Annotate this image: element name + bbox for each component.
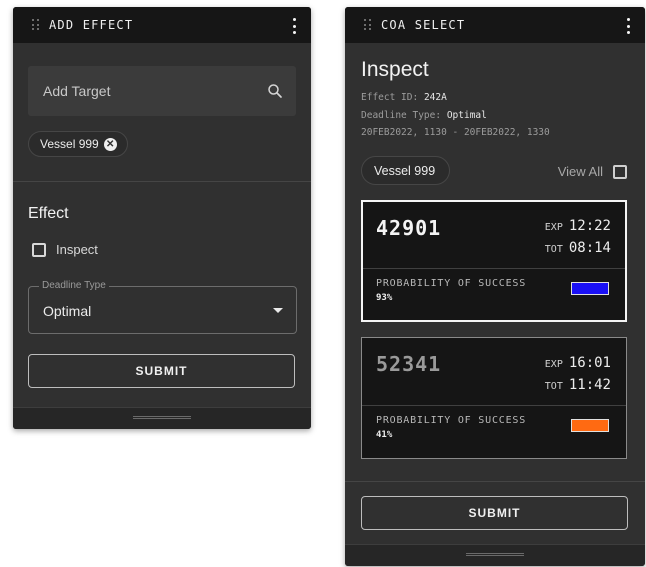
coa-id: 42901 <box>376 216 442 240</box>
probability-label: PROBABILITY OF SUCCESS <box>376 415 527 426</box>
resize-handle-icon[interactable] <box>466 553 524 556</box>
deadline-type-value: Optimal <box>43 303 92 319</box>
effect-id-line: Effect ID: 242A <box>361 92 447 103</box>
target-chip[interactable]: Vessel 999 ✕ <box>28 131 128 157</box>
effect-id-value: 242A <box>423 92 447 103</box>
submit-button[interactable]: SUBMIT <box>28 354 295 388</box>
tot-value: 08:14 <box>568 240 611 256</box>
deadline-type-select[interactable]: Deadline Type Optimal <box>28 280 297 334</box>
probability-value: 93% <box>376 293 393 303</box>
more-options-icon[interactable] <box>293 18 297 34</box>
card-divider <box>362 405 626 406</box>
tot-label: TOT <box>544 381 563 392</box>
coa-card[interactable]: 42901 EXP 12:22 TOT 08:14 PROBABILITY OF… <box>361 200 627 322</box>
inspect-checkbox-row[interactable]: Inspect <box>32 242 98 257</box>
view-all-label: View All <box>557 164 603 179</box>
view-all-checkbox[interactable] <box>613 164 627 179</box>
search-icon[interactable] <box>266 82 284 100</box>
deadline-type-line: Deadline Type: Optimal <box>361 110 487 121</box>
panel-title: ADD EFFECT <box>49 18 134 32</box>
panel-header[interactable]: COA SELECT <box>345 7 645 43</box>
probability-label: PROBABILITY OF SUCCESS <box>376 278 527 289</box>
remove-chip-icon[interactable]: ✕ <box>103 137 117 151</box>
submit-button[interactable]: SUBMIT <box>361 496 628 530</box>
inspect-checkbox-label: Inspect <box>56 242 98 257</box>
add-target-input[interactable] <box>28 66 258 116</box>
target-chip[interactable]: Vessel 999 <box>361 156 451 185</box>
dropdown-caret-icon[interactable] <box>273 308 283 313</box>
deadline-type-label: Deadline Type: <box>361 110 442 121</box>
exp-value: 12:22 <box>568 218 611 234</box>
add-effect-panel: ADD EFFECT Vessel 999 ✕ Effect Inspect D… <box>13 7 311 429</box>
probability-value: 41% <box>376 430 393 440</box>
exp-value: 16:01 <box>568 355 611 371</box>
tot-label: TOT <box>544 244 563 255</box>
divider <box>345 481 645 482</box>
coa-select-panel: COA SELECT Inspect Effect ID: 242A Deadl… <box>345 7 645 566</box>
effect-section-title: Effect <box>28 205 69 222</box>
exp-label: EXP <box>544 222 563 233</box>
tot-value: 11:42 <box>568 377 611 393</box>
panel-title: COA SELECT <box>381 18 466 32</box>
view-all-toggle[interactable]: View All <box>558 164 627 179</box>
effect-id-label: Effect ID: <box>361 92 419 103</box>
more-options-icon[interactable] <box>627 18 631 34</box>
coa-id: 52341 <box>376 352 442 376</box>
exp-time: EXP 16:01 <box>545 355 611 371</box>
panel-footer <box>345 544 645 566</box>
coa-color-swatch <box>571 419 609 432</box>
drag-grip-icon[interactable] <box>364 19 372 31</box>
drag-grip-icon[interactable] <box>32 19 40 31</box>
deadline-type-label: Deadline Type <box>39 280 109 291</box>
divider <box>13 181 311 182</box>
exp-label: EXP <box>544 359 563 370</box>
card-divider <box>363 268 625 269</box>
panel-footer <box>13 407 311 429</box>
panel-header[interactable]: ADD EFFECT <box>13 7 311 43</box>
time-window: 20FEB2022, 1130 - 20FEB2022, 1330 <box>361 127 550 138</box>
exp-time: EXP 12:22 <box>545 218 611 234</box>
tot-time: TOT 11:42 <box>545 377 611 393</box>
tot-time: TOT 08:14 <box>545 240 611 256</box>
target-chip-label: Vessel 999 <box>40 137 99 151</box>
deadline-type-value: Optimal <box>446 110 487 121</box>
coa-card[interactable]: 52341 EXP 16:01 TOT 11:42 PROBABILITY OF… <box>361 337 627 459</box>
inspect-checkbox[interactable] <box>32 242 46 257</box>
coa-color-swatch <box>571 282 609 295</box>
resize-handle-icon[interactable] <box>133 416 191 419</box>
target-chip-label: Vessel 999 <box>374 163 436 178</box>
effect-heading: Inspect <box>361 58 429 81</box>
add-target-search <box>28 66 296 116</box>
